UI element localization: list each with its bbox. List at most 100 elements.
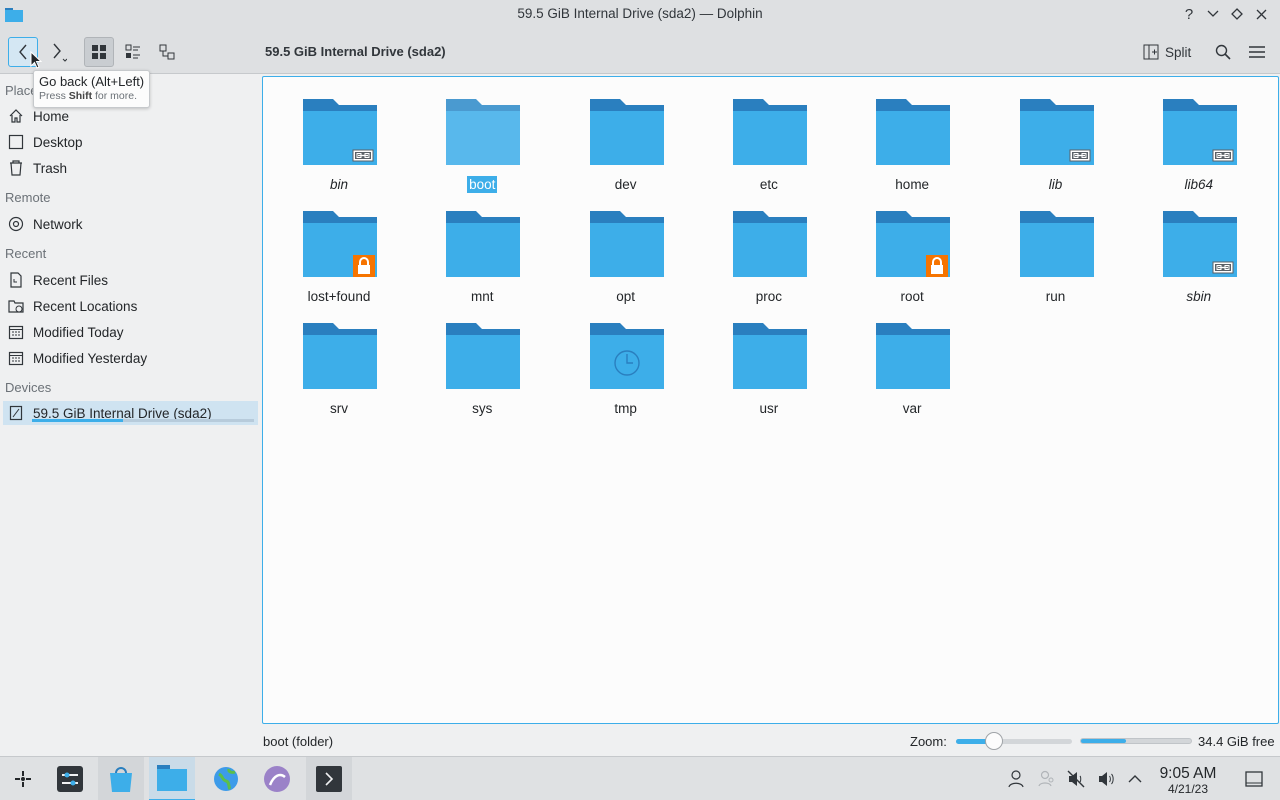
folder-item[interactable]: home <box>842 83 982 193</box>
folder-item[interactable]: usr <box>699 307 839 417</box>
selection-status: boot (folder) <box>263 734 334 749</box>
toolbar: 59.5 GiB Internal Drive (sda2) Split <box>0 29 1280 74</box>
zoom-slider[interactable] <box>956 739 1072 744</box>
folder-icon <box>589 323 664 389</box>
folder-item[interactable]: root <box>842 195 982 305</box>
folder-item[interactable]: srv <box>269 307 409 417</box>
folder-item[interactable]: opt <box>556 195 696 305</box>
close-button[interactable] <box>1250 4 1272 24</box>
sidebar-item-recent-files[interactable]: Recent Files <box>3 268 258 292</box>
mouse-cursor-icon <box>30 51 42 69</box>
folder-item[interactable]: var <box>842 307 982 417</box>
recent-header: Recent <box>5 246 47 261</box>
folder-app-icon <box>157 765 187 791</box>
folder-item[interactable]: etc <box>699 83 839 193</box>
symlink-badge-icon <box>352 149 374 162</box>
free-space-fill <box>1081 739 1127 743</box>
sidebar-item-desktop[interactable]: Desktop <box>3 130 258 154</box>
close-icon <box>1256 9 1266 19</box>
folder-item[interactable]: sbin <box>1129 195 1269 305</box>
maximize-button[interactable] <box>1226 4 1248 24</box>
folder-item[interactable]: lib64 <box>1129 83 1269 193</box>
folder-name: bin <box>329 177 348 192</box>
compact-view-icon <box>125 44 140 59</box>
folder-icon <box>446 211 521 277</box>
minimize-button[interactable] <box>1202 4 1224 24</box>
folder-icon <box>589 211 664 277</box>
breadcrumb[interactable]: 59.5 GiB Internal Drive (sda2) <box>265 44 446 59</box>
compact-view-button[interactable] <box>118 37 148 67</box>
browser-button[interactable] <box>203 757 249 800</box>
folder-icon <box>303 323 377 389</box>
zoom-slider-handle[interactable] <box>985 732 1004 750</box>
calendar-icon <box>7 323 25 341</box>
chevron-up-icon <box>1128 775 1142 783</box>
folder-name: root <box>900 289 924 304</box>
folder-item[interactable]: boot <box>412 83 552 193</box>
split-label: Split <box>1165 44 1192 60</box>
forward-button[interactable] <box>43 37 73 67</box>
discover-button[interactable] <box>98 757 144 800</box>
details-view-button[interactable] <box>152 37 182 67</box>
help-button[interactable]: ? <box>1178 4 1200 24</box>
sidebar-item-recent-locations[interactable]: Recent Locations <box>3 294 258 318</box>
folder-name: tmp <box>614 401 637 416</box>
show-desktop-icon <box>1245 771 1263 787</box>
folder-item[interactable]: lost+found <box>269 195 409 305</box>
hamburger-menu-icon <box>1249 46 1265 58</box>
split-button[interactable]: Split <box>1143 39 1191 65</box>
dolphin-taskbar-button[interactable] <box>149 757 195 800</box>
hamburger-menu-button[interactable] <box>1244 39 1270 65</box>
tooltip-title: Go back (Alt+Left) <box>39 74 145 89</box>
clock-time[interactable]: 9:05 AM <box>1150 765 1226 783</box>
folder-name: lib64 <box>1184 177 1214 192</box>
folder-icon <box>876 211 951 277</box>
folder-item[interactable]: mnt <box>412 195 552 305</box>
calendar-icon <box>7 349 25 367</box>
system-settings-button[interactable] <box>47 757 93 800</box>
sidebar-item-trash[interactable]: Trash <box>3 156 258 180</box>
sidebar-item-modified-today[interactable]: Modified Today <box>3 320 258 344</box>
sidebar-item-label: Desktop <box>33 134 83 150</box>
tray-expand-button[interactable] <box>1125 769 1145 789</box>
konsole-button[interactable] <box>306 757 352 800</box>
search-button[interactable] <box>1210 39 1236 65</box>
discover-store-icon <box>110 767 132 792</box>
folder-item[interactable]: proc <box>699 195 839 305</box>
settings-app-icon <box>57 766 83 792</box>
recent-locations-icon <box>7 297 25 315</box>
folder-name: boot <box>467 176 498 193</box>
sidebar-item-label: Modified Yesterday <box>33 350 148 366</box>
folder-name: etc <box>759 177 778 192</box>
app-launcher-button[interactable] <box>0 757 46 800</box>
title-bar: 59.5 GiB Internal Drive (sda2) — Dolphin… <box>0 0 1280 29</box>
plasma-app-button[interactable] <box>254 757 300 800</box>
folder-icon <box>1019 99 1094 165</box>
show-desktop-button[interactable] <box>1244 769 1264 789</box>
user-switch-button[interactable] <box>1006 769 1026 789</box>
chevron-right-icon <box>53 43 67 62</box>
clock-date[interactable]: 4/21/23 <box>1150 782 1226 796</box>
folder-icon <box>1162 99 1237 165</box>
accounts-tray-button[interactable] <box>1037 769 1057 789</box>
sidebar-item-network[interactable]: Network <box>3 212 258 236</box>
folder-item[interactable]: lib <box>986 83 1126 193</box>
volume-tray-button[interactable] <box>1096 769 1116 789</box>
sidebar-item-modified-yesterday[interactable]: Modified Yesterday <box>3 346 258 370</box>
folder-item[interactable]: run <box>986 195 1126 305</box>
speaker-icon <box>1099 772 1114 786</box>
folder-item[interactable]: sys <box>412 307 552 417</box>
folder-item[interactable]: dev <box>556 83 696 193</box>
mute-tray-button[interactable] <box>1066 769 1086 789</box>
sidebar-item-label: Home <box>33 108 70 124</box>
free-space-bar <box>1080 738 1192 744</box>
drive-capacity-fill <box>32 419 124 422</box>
app-launcher-icon <box>15 771 31 787</box>
sidebar-item-label: Trash <box>33 160 68 176</box>
folder-item[interactable]: tmp <box>556 307 696 417</box>
folder-name: mnt <box>471 289 494 304</box>
icons-view-button[interactable] <box>84 37 114 67</box>
folder-name: lost+found <box>307 289 371 304</box>
file-view[interactable]: bin boot dev etc home lib lib64 lost+found mnt op… <box>262 76 1279 724</box>
folder-item[interactable]: bin <box>269 83 409 193</box>
